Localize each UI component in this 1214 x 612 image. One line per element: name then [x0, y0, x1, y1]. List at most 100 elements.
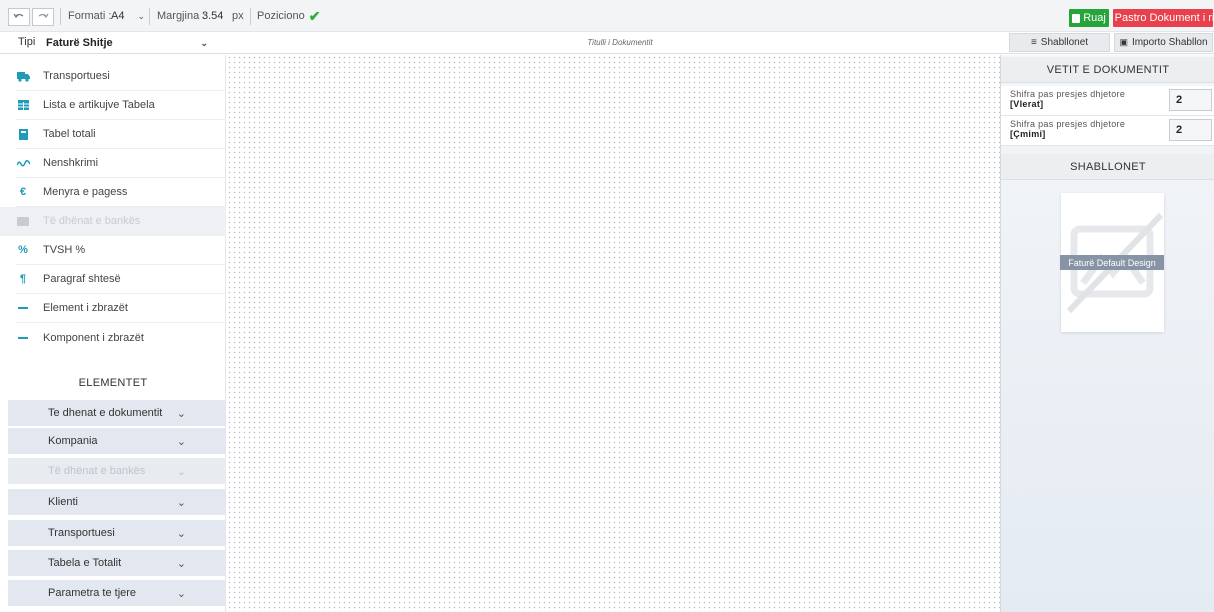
- component-item-payment-method[interactable]: € Menyra e pagess: [16, 178, 226, 207]
- component-label: TVSH %: [43, 244, 86, 256]
- chevron-down-icon: ⌄: [137, 10, 145, 21]
- chevron-down-icon: ⌄: [176, 435, 186, 448]
- toolbar-divider: [60, 8, 61, 25]
- component-label: Tabel totali: [43, 128, 96, 140]
- component-label: Transportuesi: [43, 70, 110, 82]
- euro-icon: €: [19, 186, 27, 198]
- templates-button-label: Shabllonet: [1040, 37, 1089, 48]
- new-document-button[interactable]: Pastro Dokument i ri: [1113, 9, 1213, 27]
- property-label-text: Shifra pas presjes dhjetore: [1010, 89, 1126, 99]
- document-type-value: Faturë Shitje: [46, 37, 113, 49]
- component-item-signature[interactable]: Nenshkrimi: [16, 149, 226, 178]
- format-label: Formati :: [68, 10, 112, 22]
- checkmark-icon: ✔: [308, 7, 321, 24]
- minus-icon: [16, 331, 30, 345]
- component-label: Menyra e pagess: [43, 186, 128, 198]
- components-panel: Transportuesi Lista e artikujve Tabela T…: [0, 55, 226, 612]
- format-select[interactable]: A4 ⌄: [111, 0, 145, 32]
- accordion-label: Te dhenat e dokumentit: [48, 407, 163, 419]
- property-sublabel: [Vlerat]: [1010, 99, 1044, 109]
- new-document-label: Pastro Dokument i ri: [1114, 12, 1213, 24]
- accordion-document-data[interactable]: Te dhenat e dokumentit ⌄: [8, 400, 226, 426]
- accordion-label: Kompania: [48, 435, 98, 447]
- format-control: Formati :: [68, 0, 111, 32]
- component-item-vat[interactable]: % TVSH %: [16, 236, 226, 265]
- document-title[interactable]: Titulli i Dokumentit: [560, 38, 680, 47]
- top-toolbar: Formati : A4 ⌄ Margjina : 3.54 px Pozici…: [0, 0, 1214, 32]
- component-item-paragraph[interactable]: ¶ Paragraf shtesë: [16, 265, 226, 294]
- design-canvas[interactable]: [227, 55, 1000, 612]
- chevron-down-icon: ⌄: [200, 37, 208, 48]
- minus-icon: [16, 301, 30, 315]
- property-decimals-price: Shifra pas presjes dhjetore [Çmimi] 2: [1001, 116, 1214, 146]
- component-label: Nenshkrimi: [43, 157, 99, 169]
- property-label-text: Shifra pas presjes dhjetore: [1010, 119, 1126, 129]
- component-item-totals-table[interactable]: Tabel totali: [16, 120, 226, 149]
- undo-icon: [13, 13, 24, 18]
- accordion-label: Parametra te tjere: [48, 587, 137, 599]
- save-icon: [1072, 13, 1081, 23]
- table-icon: [16, 98, 30, 112]
- undo-button[interactable]: [8, 8, 30, 26]
- component-label: Paragraf shtesë: [43, 273, 121, 285]
- signature-icon: [16, 156, 30, 170]
- accordion-label: Të dhënat e bankës: [48, 465, 146, 477]
- toolbar-divider: [149, 8, 150, 25]
- decimals-values-input[interactable]: 2: [1169, 89, 1212, 111]
- document-properties-heading: VETIT E DOKUMENTIT: [1001, 57, 1214, 83]
- component-item-empty-component[interactable]: Komponent i zbrazët: [16, 323, 226, 352]
- redo-icon: [38, 13, 49, 18]
- truck-icon: [16, 69, 30, 83]
- card-icon: [16, 214, 30, 228]
- component-item-bank-details: Të dhënat e bankës: [0, 207, 226, 236]
- component-label: Lista e artikujve Tabela: [43, 99, 155, 111]
- decimals-price-input[interactable]: 2: [1169, 119, 1212, 141]
- template-name: Faturë Default Design: [1060, 255, 1164, 270]
- chevron-down-icon: ⌄: [176, 496, 186, 509]
- percent-icon: %: [18, 244, 28, 256]
- type-label: Tipi: [18, 36, 36, 48]
- format-value: A4: [111, 10, 125, 22]
- import-template-button[interactable]: ▣ Importo Shabllon: [1114, 33, 1213, 52]
- component-item-items-table[interactable]: Lista e artikujve Tabela: [16, 91, 226, 120]
- accordion-bank-details: Të dhënat e bankës ⌄: [8, 458, 226, 484]
- margin-unit: px: [232, 0, 244, 32]
- chevron-down-icon: ⌄: [176, 407, 186, 420]
- property-label: Shifra pas presjes dhjetore [Çmimi]: [1010, 119, 1125, 139]
- accordion-other-parameters[interactable]: Parametra te tjere ⌄: [8, 580, 226, 606]
- component-item-empty-element[interactable]: Element i zbrazët: [16, 294, 226, 323]
- accordion-label: Tabela e Totalit: [48, 557, 122, 569]
- save-button[interactable]: Ruaj: [1069, 9, 1109, 27]
- accordion-label: Klienti: [48, 496, 78, 508]
- property-decimals-values: Shifra pas presjes dhjetore [Vlerat] 2: [1001, 86, 1214, 116]
- component-label: Komponent i zbrazët: [43, 331, 144, 344]
- accordion-client[interactable]: Klienti ⌄: [8, 489, 226, 515]
- chevron-down-icon: ⌄: [176, 465, 186, 478]
- margin-label: Margjina :: [157, 10, 206, 22]
- accordion-totals-table[interactable]: Tabela e Totalit ⌄: [8, 550, 226, 576]
- paragraph-icon: ¶: [19, 273, 27, 285]
- save-label: Ruaj: [1083, 12, 1106, 24]
- list-icon: ≡: [1030, 37, 1037, 48]
- chevron-down-icon: ⌄: [176, 557, 186, 570]
- accordion-company[interactable]: Kompania ⌄: [8, 428, 226, 454]
- component-label: Të dhënat e bankës: [43, 215, 141, 227]
- accordion-label: Transportuesi: [48, 527, 115, 539]
- margin-input[interactable]: 3.54: [202, 0, 228, 32]
- component-label: Element i zbrazët: [43, 302, 128, 314]
- toolbar-divider: [250, 8, 251, 25]
- margin-control: Margjina :: [157, 0, 205, 32]
- position-toggle[interactable]: Poziciono ✔: [257, 0, 320, 32]
- accordion-carrier[interactable]: Transportuesi ⌄: [8, 520, 226, 546]
- margin-value: 3.54: [202, 10, 224, 22]
- properties-panel: VETIT E DOKUMENTIT Shifra pas presjes dh…: [1000, 55, 1214, 612]
- templates-heading: SHABLLONET: [1001, 154, 1214, 180]
- import-template-label: Importo Shabllon: [1131, 37, 1208, 48]
- templates-button[interactable]: ≡ Shabllonet: [1009, 33, 1110, 52]
- calculator-icon: [16, 127, 30, 141]
- redo-button[interactable]: [32, 8, 54, 26]
- chevron-down-icon: ⌄: [176, 527, 186, 540]
- document-type-select[interactable]: Faturë Shitje ⌄: [46, 34, 214, 52]
- import-icon: ▣: [1119, 37, 1128, 47]
- component-item-carrier[interactable]: Transportuesi: [16, 62, 226, 91]
